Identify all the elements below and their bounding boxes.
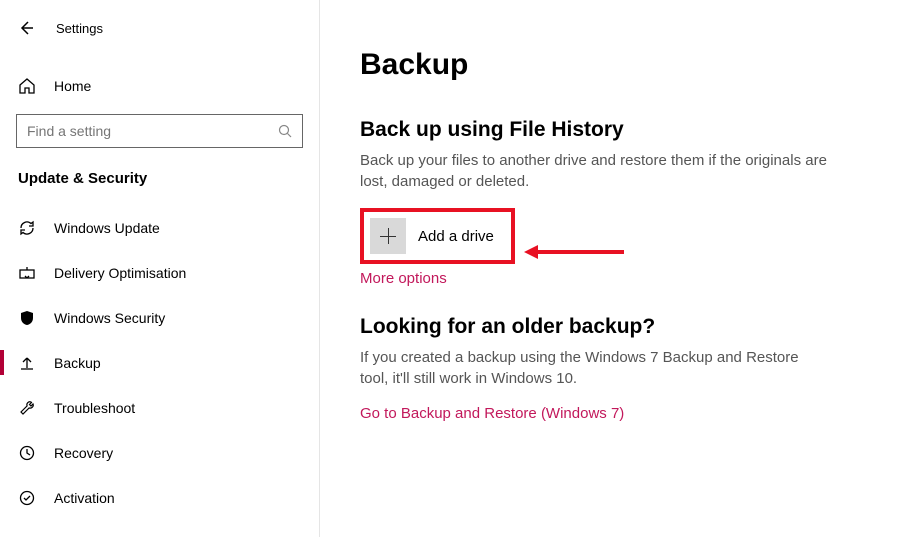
nav-item-troubleshoot[interactable]: Troubleshoot	[0, 385, 319, 430]
sidebar: Settings Home Update & Security Windows …	[0, 0, 320, 537]
search-wrap	[0, 106, 319, 148]
older-backup-desc: If you created a backup using the Window…	[360, 347, 830, 389]
wrench-icon	[18, 399, 36, 417]
nav-label: Backup	[54, 355, 101, 371]
add-drive-plus-icon[interactable]	[370, 218, 406, 254]
shield-icon	[18, 309, 36, 327]
nav-item-windows-update[interactable]: Windows Update	[0, 205, 319, 250]
search-icon	[278, 124, 292, 138]
nav-label: Troubleshoot	[54, 400, 135, 416]
home-button[interactable]: Home	[0, 66, 319, 106]
home-icon	[18, 77, 36, 95]
nav-label: Activation	[54, 490, 115, 506]
nav-item-activation[interactable]: Activation	[0, 475, 319, 520]
recovery-icon	[18, 444, 36, 462]
more-options-link[interactable]: More options	[360, 270, 447, 287]
nav-label: Windows Security	[54, 310, 165, 326]
file-history-heading: Back up using File History	[360, 118, 884, 142]
nav-list: Windows Update Delivery Optimisation Win…	[0, 205, 319, 520]
home-label: Home	[54, 78, 91, 94]
add-drive-highlight: Add a drive	[360, 208, 515, 264]
refresh-icon	[18, 219, 36, 237]
add-drive-label[interactable]: Add a drive	[418, 228, 494, 245]
nav-item-backup[interactable]: Backup	[0, 340, 319, 385]
back-arrow-icon[interactable]	[18, 20, 34, 36]
page-title: Backup	[360, 48, 884, 82]
nav-label: Windows Update	[54, 220, 160, 236]
backup-icon	[18, 354, 36, 372]
category-heading: Update & Security	[0, 148, 319, 195]
search-input[interactable]	[27, 123, 278, 139]
file-history-desc: Back up your files to another drive and …	[360, 150, 830, 192]
window-title: Settings	[56, 21, 103, 36]
activation-icon	[18, 489, 36, 507]
nav-item-recovery[interactable]: Recovery	[0, 430, 319, 475]
older-backup-heading: Looking for an older backup?	[360, 315, 884, 339]
older-backup-link[interactable]: Go to Backup and Restore (Windows 7)	[360, 405, 624, 422]
delivery-icon	[18, 264, 36, 282]
nav-item-delivery-optimisation[interactable]: Delivery Optimisation	[0, 250, 319, 295]
nav-label: Delivery Optimisation	[54, 265, 186, 281]
nav-label: Recovery	[54, 445, 113, 461]
nav-item-windows-security[interactable]: Windows Security	[0, 295, 319, 340]
search-box[interactable]	[16, 114, 303, 148]
title-bar: Settings	[0, 8, 319, 48]
main-content: Backup Back up using File History Back u…	[320, 0, 924, 537]
